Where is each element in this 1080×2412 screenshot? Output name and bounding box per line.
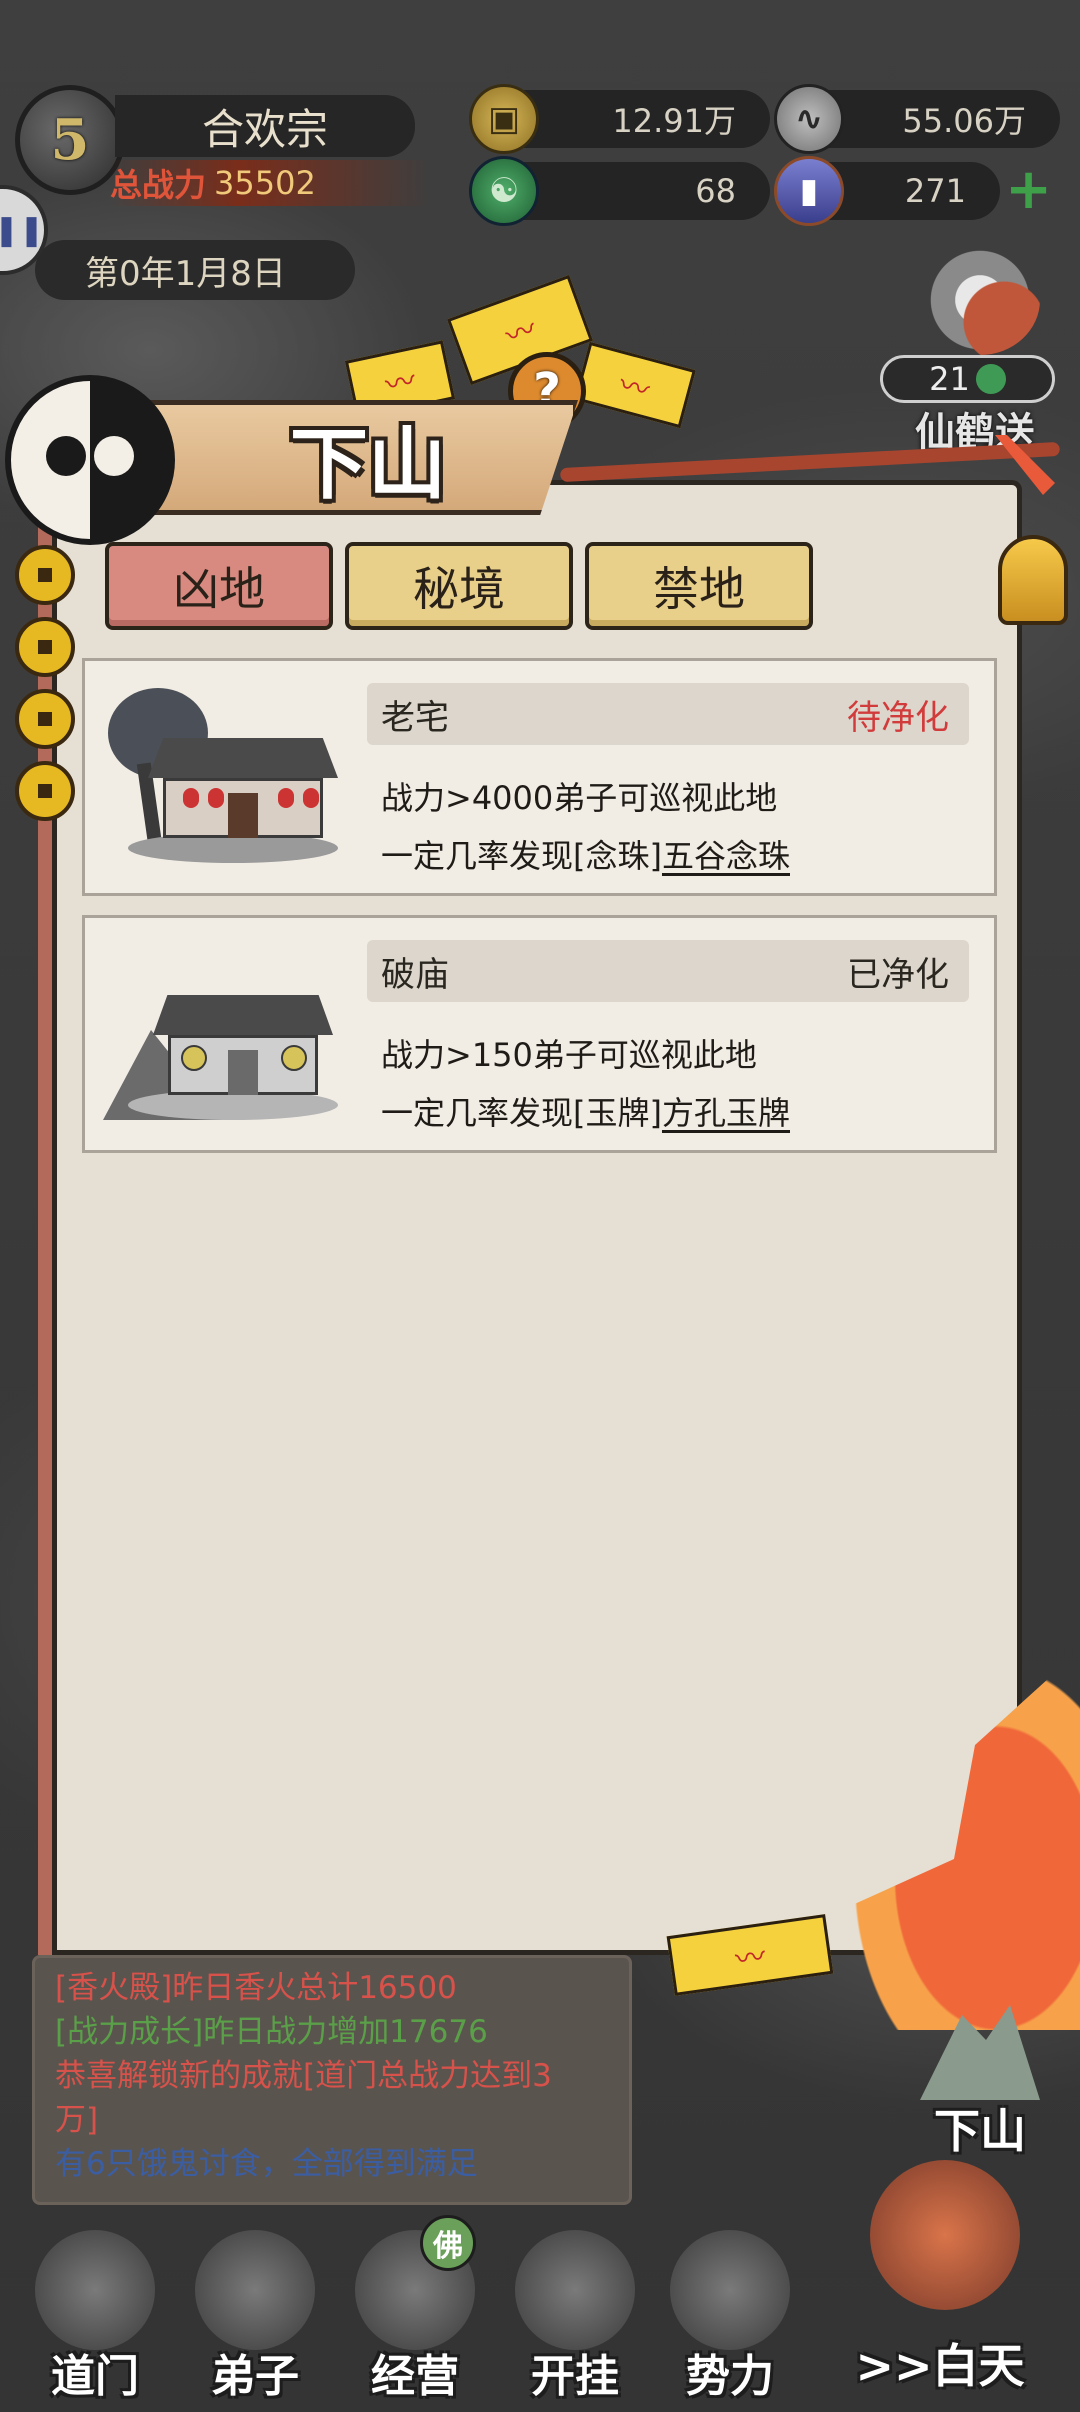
log-line: [香火殿]昨日香火总计16500 <box>55 1970 457 2006</box>
nav-label: 开挂 <box>531 2351 619 2402</box>
add-token-icon[interactable]: + <box>1005 162 1052 218</box>
token-value: 271 <box>904 172 966 210</box>
coin-string-decoration <box>15 545 75 833</box>
crane-delivery[interactable]: 21 仙鹤送 <box>880 245 1070 456</box>
token-resource[interactable]: ▮ 271 + <box>774 156 1052 226</box>
yinyang-icon <box>5 375 175 545</box>
tab-danger-land[interactable]: 凶地 <box>105 542 333 630</box>
nav-factions[interactable]: 势力 <box>650 2220 810 2412</box>
nav-label: 弟子 <box>211 2351 299 2402</box>
event-log[interactable]: [香火殿]昨日香火总计16500 [战力成长]昨日战力增加17676 恭喜解锁新… <box>32 1955 632 2205</box>
incense-icon: ∿ <box>774 84 844 154</box>
bell-icon <box>998 535 1068 625</box>
location-name: 老宅 <box>381 697 449 738</box>
jade-small-icon <box>975 364 1006 394</box>
jade-icon: ☯ <box>469 156 539 226</box>
nav-label: 道门 <box>51 2351 139 2402</box>
drop-prefix: 一定几率发现[玉牌] <box>381 1094 662 1132</box>
log-line: 恭喜解锁新的成就[道门总战力达到3 <box>55 2058 552 2094</box>
total-power-label: 总战力 <box>110 166 207 204</box>
location-requirement: 战力>150弟子可巡视此地 <box>381 1036 757 1074</box>
mountain-icon <box>920 2005 1040 2100</box>
level-badge[interactable]: 5 <box>15 85 125 195</box>
location-status: 已净化 <box>847 954 949 995</box>
nav-daomen[interactable]: 道门 <box>15 2220 175 2412</box>
drop-prefix: 一定几率发现[念珠] <box>381 837 662 875</box>
buddha-badge: 佛 <box>420 2215 476 2271</box>
sect-info[interactable]: 5 合欢宗 总战力 35502 <box>15 85 430 206</box>
crane-icon <box>920 245 1040 355</box>
drop-item-link[interactable]: 方孔玉牌 <box>662 1094 790 1132</box>
jade-resource[interactable]: ☯ 68 <box>469 156 770 226</box>
yinyang-nav-icon <box>515 2230 635 2350</box>
token-icon: ▮ <box>774 156 844 226</box>
location-drop: 一定几率发现[念珠]五谷念珠 <box>381 831 790 877</box>
drop-item-link[interactable]: 五谷念珠 <box>662 837 790 875</box>
panel-title: 下山 <box>289 419 446 510</box>
coin-icon: ▣ <box>469 84 539 154</box>
location-header: 破庙 已净化 <box>367 940 969 1002</box>
location-card-old-house[interactable]: 老宅 待净化 战力>4000弟子可巡视此地 一定几率发现[念珠]五谷念珠 <box>82 658 997 896</box>
location-status: 待净化 <box>847 697 949 738</box>
location-header: 老宅 待净化 <box>367 683 969 745</box>
incense-value: 55.06万 <box>902 102 1026 140</box>
panel-tabs: 凶地 秘境 禁地 <box>105 542 813 630</box>
total-power: 总战力 35502 <box>110 160 430 206</box>
location-drop: 一定几率发现[玉牌]方孔玉牌 <box>381 1088 790 1134</box>
crane-count-value: 21 <box>929 360 970 398</box>
nav-cheat[interactable]: 开挂 <box>495 2220 655 2412</box>
tab-forbidden-land[interactable]: 禁地 <box>585 542 813 630</box>
log-line: 有6只饿鬼讨食，全部得到满足 <box>55 2146 478 2182</box>
location-card-broken-temple[interactable]: 破庙 已净化 战力>150弟子可巡视此地 一定几率发现[玉牌]方孔玉牌 <box>82 915 997 1153</box>
broken-temple-image <box>103 940 343 1130</box>
old-house-image <box>103 683 343 873</box>
sect-name: 合欢宗 <box>115 95 415 157</box>
game-date: 第0年1月8日 <box>35 240 355 300</box>
nav-label: 势力 <box>686 2351 774 2402</box>
disciple-icon <box>195 2230 315 2350</box>
total-power-value: 35502 <box>214 164 316 202</box>
jade-value: 68 <box>695 172 736 210</box>
crane-count: 21 <box>880 355 1055 403</box>
nav-disciples[interactable]: 弟子 <box>175 2220 335 2412</box>
scroll-icon <box>670 2230 790 2350</box>
downhill-button[interactable]: 下山 <box>905 2000 1055 2160</box>
temple-icon <box>35 2230 155 2350</box>
incense-resource[interactable]: ∿ 55.06万 <box>774 84 1060 154</box>
coin-value: 12.91万 <box>612 102 736 140</box>
next-day-label: >>白天 <box>855 2339 1025 2393</box>
tab-secret-realm[interactable]: 秘境 <box>345 542 573 630</box>
downhill-label: 下山 <box>934 2104 1026 2158</box>
location-name: 破庙 <box>381 954 449 995</box>
nav-label: 经营 <box>371 2351 459 2402</box>
log-line: [战力成长]昨日战力增加17676 <box>55 2014 488 2050</box>
location-requirement: 战力>4000弟子可巡视此地 <box>381 779 778 817</box>
log-line: 万] <box>55 2102 99 2138</box>
next-day-button[interactable]: >>白天 <box>820 2300 1060 2400</box>
coin-resource[interactable]: ▣ 12.91万 <box>469 84 770 154</box>
nav-business[interactable]: 佛 经营 <box>335 2215 495 2412</box>
